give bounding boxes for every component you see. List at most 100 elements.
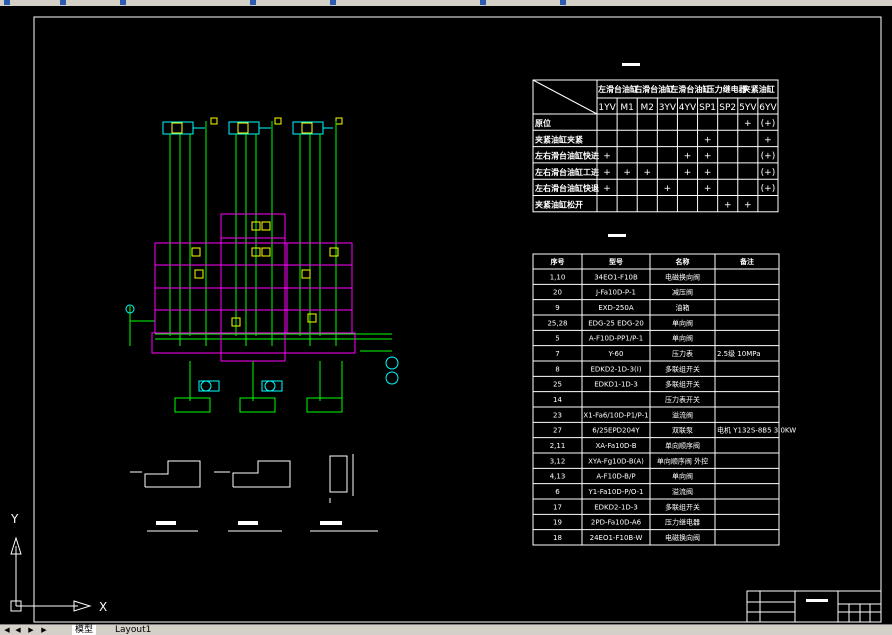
status-row-label: 左右滑台油缸快进 [534,151,599,161]
title-block [746,590,882,623]
parts-cell: 多联组开关 [665,380,700,389]
status-header: 压力继电器 [707,84,748,94]
status-code: 4YV [679,103,697,113]
toolbar-button[interactable] [60,0,66,5]
parts-header: 序号 [550,257,565,266]
status-cell: + [764,135,772,145]
parts-cell: 4,13 [550,473,566,481]
parts-cell: 9 [555,304,559,312]
parts-cell: 2,11 [550,442,566,450]
status-cell: + [644,168,652,178]
parts-cell: A-F10D-B/P [596,473,635,481]
parts-cell: 34EO1-F10B [594,273,638,281]
parts-cell: 2PD-Fa10D-A6 [591,519,642,527]
parts-cell: 单向阀 [672,472,693,481]
parts-cell: 7 [555,350,559,358]
parts-cell: 电机 Y132S-8B5 3.0KW [717,426,796,435]
status-row-label: 左右滑台油缸快退 [534,183,599,193]
parts-cell: 14 [553,396,562,404]
parts-cell: EXD-250A [598,304,633,312]
status-code: M2 [641,103,655,113]
status-cell: (+) [761,168,776,178]
status-header: 右滑台油缸 [633,84,674,94]
drawing-canvas[interactable]: 左滑台油缸 右滑台油缸 左滑台油缸 压力继电器 夹紧油缸 1YV M1 M2 3YV 4YV SP1… [0,6,892,624]
parts-cell: 压力继电器 [665,518,700,527]
status-header: 夹紧油缸 [743,84,775,94]
status-cell: + [724,201,732,211]
parts-cell: 20 [553,289,562,297]
hydraulic-schematic [125,117,399,413]
status-row-label: 夹紧油缸松开 [535,200,583,210]
toolbar-button[interactable] [250,0,256,5]
parts-cell: 单向顺序阀 外控 [657,456,708,465]
parts-cell: 2.5级 10MPa [717,349,761,358]
status-header: 左滑台油缸 [597,84,638,94]
status-cell: + [603,168,611,178]
parts-cell: 多联组开关 [665,364,700,373]
parts-cell: 27 [553,427,562,435]
status-header: 左滑台油缸 [669,84,710,94]
parts-cell: EDKD1-1D-3 [594,381,638,389]
status-cell: + [704,168,712,178]
status-row-label: 夹紧油缸夹紧 [535,134,583,144]
status-cell: + [744,201,752,211]
status-cell: + [603,184,611,194]
parts-cell: A-F10D-PP1/P-1 [589,335,643,343]
parts-cell: EDKD2-1D-3(I) [590,365,641,373]
parts-cell: 电磁换向阀 [665,272,700,281]
parts-cell: 3,12 [550,457,566,465]
toolbar-button[interactable] [330,0,336,5]
parts-cell: Y-60 [608,350,624,358]
parts-cell: XYA-Fg10D-B(A) [588,457,644,465]
ucs-icon [10,536,92,612]
status-code: 5YV [739,103,757,113]
status-code: SP1 [699,103,716,113]
parts-cell: X1-Fa6/10D-P1/P-1 [583,411,648,419]
parts-cell: XA-Fa10D-B [595,442,636,450]
status-cell: + [704,184,712,194]
parts-cell: 油箱 [676,303,690,312]
parts-cell: EDG-25 EDG-20 [588,319,644,327]
parts-cell: 压力表 [672,349,693,358]
toolbar-button[interactable] [4,0,10,5]
status-cell: + [603,152,611,162]
ucs-x-label: X [99,600,107,614]
parts-cell: 6/25EPD204Y [592,427,640,435]
parts-header: 备注 [739,257,754,266]
status-row-label: 左右滑台油缸工进 [534,167,599,177]
parts-cell: 单向阀 [672,318,693,327]
parts-cell: 17 [553,503,562,511]
parts-header: 名称 [676,257,690,266]
parts-cell: Y1-Fa10D-P/O-1 [587,488,643,496]
section-sketches [130,454,378,532]
parts-cell: 溢流阀 [672,487,693,496]
parts-cell: 18 [553,534,562,542]
parts-cell: 减压阀 [672,288,693,297]
layout-tab-bar: ◀ ◀ ▶ ▶ 模型 Layout1 [0,624,892,635]
parts-cell: 24EO1-F10B-W [590,534,643,542]
status-cell: + [664,184,672,194]
toolbar-button[interactable] [480,0,486,5]
parts-cell: 23 [553,411,562,419]
status-cell: + [704,152,712,162]
status-cell: (+) [761,119,776,129]
parts-cell: 多联组开关 [665,502,700,511]
parts-cell: 8 [555,365,559,373]
status-code: SP2 [719,103,736,113]
parts-cell: 5 [555,335,559,343]
toolbar-button[interactable] [560,0,566,5]
status-cell: + [623,168,631,178]
parts-cell: 电磁换向阀 [665,533,700,542]
status-cell: (+) [761,152,776,162]
parts-cell: J-Fa10D-P-1 [595,289,636,297]
parts-cell: 6 [555,488,560,496]
status-cell: + [744,119,752,129]
parts-cell: 1,10 [550,273,566,281]
status-cell: + [684,152,692,162]
parts-cell: 25,28 [547,319,567,327]
toolbar-button[interactable] [120,0,126,5]
parts-table [532,253,780,546]
parts-header: 型号 [609,257,623,266]
status-row-label: 原位 [535,118,551,128]
parts-cell: 单向阀 [672,334,693,343]
